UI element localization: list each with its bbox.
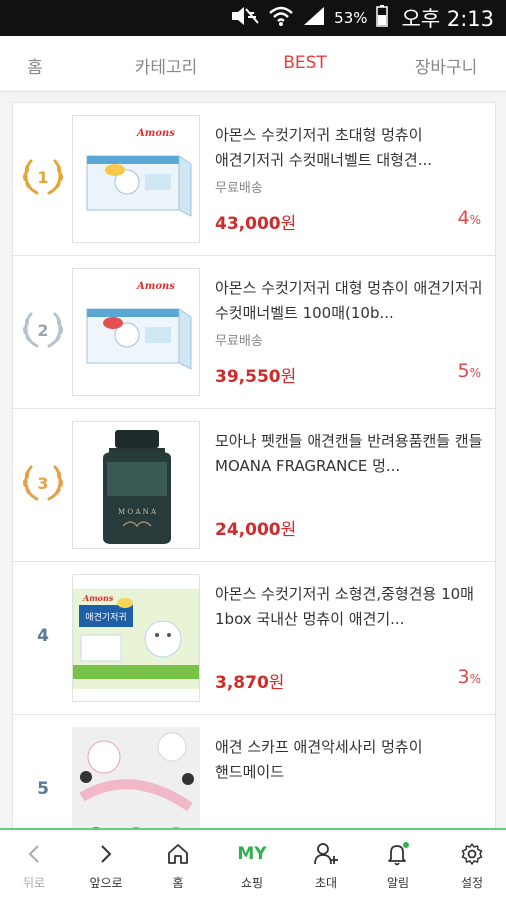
- product-title[interactable]: 아몬스 수컷기저귀 대형 멍츄이 애견기저귀 수컷매너벨트 100매(10b..…: [215, 276, 485, 326]
- shipping-label: [215, 483, 485, 501]
- product-title[interactable]: 모아나 펫캔들 애견캔들 반려용품캔들 캔들 MOANA FRAGRANCE 멍…: [215, 429, 485, 479]
- mute-icon: [230, 6, 260, 30]
- tab-home[interactable]: 홈: [20, 53, 50, 78]
- bottom-navigation: 뒤로 앞으로 홈 MY 쇼핑 초대 알림 설정: [0, 828, 506, 900]
- nav-label: 알림: [386, 876, 410, 890]
- chevron-right-icon: [74, 840, 138, 868]
- list-item[interactable]: 2 Amons 아몬스 수컷기저귀 대형 멍츄이 애견기저귀 수컷매너벨트 10…: [13, 256, 495, 409]
- product-price: 43,000원: [215, 214, 297, 234]
- status-icons: 53% 오후 2:13: [230, 0, 494, 36]
- tab-cart[interactable]: 장바구니: [398, 53, 494, 78]
- bell-icon: [366, 840, 430, 868]
- home-icon: [146, 840, 210, 868]
- rank-number: 1: [37, 167, 49, 187]
- nav-label: 뒤로: [22, 876, 46, 890]
- signal-icon: [302, 5, 326, 31]
- rank-badge: 5: [19, 765, 67, 813]
- nav-label: 초대: [314, 876, 338, 890]
- product-price: 24,000원: [215, 520, 297, 540]
- nav-label: 홈: [172, 876, 184, 890]
- product-title[interactable]: 아몬스 수컷기저귀 초대형 멍츄이 애견기저귀 수컷매너벨트 대형견...: [215, 123, 485, 173]
- battery-icon: [375, 5, 388, 31]
- wifi-icon: [268, 5, 294, 31]
- best-product-list: 1 Amons 아몬스 수컷기저귀 초대형 멍츄이 애견기저귀 수컷매너벨트 대…: [12, 102, 496, 830]
- tab-category[interactable]: 카테고리: [118, 53, 214, 78]
- home-button[interactable]: 홈: [146, 840, 210, 891]
- forward-button[interactable]: 앞으로: [74, 840, 138, 891]
- product-thumbnail[interactable]: Amons: [72, 268, 200, 396]
- tab-best[interactable]: BEST: [270, 53, 340, 73]
- rank-badge: 4: [19, 612, 67, 660]
- product-thumbnail[interactable]: Amons 애견기저귀: [72, 574, 200, 702]
- list-item[interactable]: 1 Amons 아몬스 수컷기저귀 초대형 멍츄이 애견기저귀 수컷매너벨트 대…: [13, 103, 495, 256]
- rank-badge: 3: [19, 459, 67, 507]
- thumb-brand-logo: Amons: [136, 128, 175, 139]
- thumb-brand-logo: M O A N A: [118, 508, 157, 516]
- back-button[interactable]: 뒤로: [2, 840, 66, 891]
- product-title[interactable]: 애견 스카프 애견악세사리 멍츄이 핸드메이드: [215, 735, 485, 785]
- shipping-label: 무료배송: [215, 334, 263, 349]
- thumb-label: 애견기저귀: [85, 611, 126, 623]
- product-title[interactable]: 아몬스 수컷기저귀 소형견,중형견용 10매 1box 국내산 멍츄이 애견기.…: [215, 582, 485, 632]
- rank-number: 3: [37, 473, 49, 493]
- invite-button[interactable]: 초대: [294, 840, 358, 891]
- shipping-label: 무료배송: [215, 181, 263, 196]
- rank-number: 4: [37, 626, 49, 646]
- my-shopping-icon-text: MY: [237, 844, 267, 864]
- nav-label: 쇼핑: [240, 876, 264, 890]
- product-thumbnail[interactable]: Amons: [72, 115, 200, 243]
- nav-label: 설정: [460, 876, 484, 890]
- rank-badge: 2: [19, 306, 67, 354]
- product-price: 3,870원: [215, 673, 285, 693]
- status-bar: 53% 오후 2:13: [0, 0, 506, 36]
- rank-number: 5: [37, 779, 49, 799]
- discount-rate: 5%: [457, 360, 482, 382]
- discount-rate: 3%: [457, 666, 482, 688]
- product-price: 39,550원: [215, 367, 297, 387]
- rank-number: 2: [37, 320, 49, 340]
- shipping-label: [215, 636, 485, 654]
- my-shopping-icon: MY: [220, 840, 284, 868]
- rank-badge: 1: [19, 153, 67, 201]
- nav-label: 앞으로: [89, 876, 123, 890]
- list-item[interactable]: 5 애견 스카프 애견악세사리 멍츄이 핸드메이드: [13, 715, 495, 829]
- add-person-icon: [294, 840, 358, 868]
- product-thumbnail[interactable]: M O A N A: [72, 421, 200, 549]
- settings-button[interactable]: 설정: [440, 840, 504, 891]
- product-thumbnail[interactable]: [72, 727, 200, 829]
- my-shopping-button[interactable]: MY 쇼핑: [220, 840, 284, 891]
- list-item[interactable]: 4 Amons 애견기저귀 아몬스 수컷기저귀 소형견,중형견용 10매 1bo…: [13, 562, 495, 715]
- battery-percent: 53%: [334, 9, 368, 27]
- chevron-left-icon: [2, 840, 66, 868]
- clock: 오후 2:13: [401, 7, 494, 31]
- notification-button[interactable]: 알림: [366, 840, 430, 891]
- thumb-brand-logo: Amons: [136, 281, 175, 292]
- discount-rate: 4%: [457, 207, 482, 229]
- list-item[interactable]: 3 M O A N A 모아나 펫캔들 애견캔들 반려용품캔들 캔들 MOANA…: [13, 409, 495, 562]
- top-tab-bar: 홈 카테고리 BEST 장바구니: [0, 36, 506, 92]
- gear-icon: [440, 840, 504, 868]
- thumb-brand-logo: Amons: [82, 593, 114, 603]
